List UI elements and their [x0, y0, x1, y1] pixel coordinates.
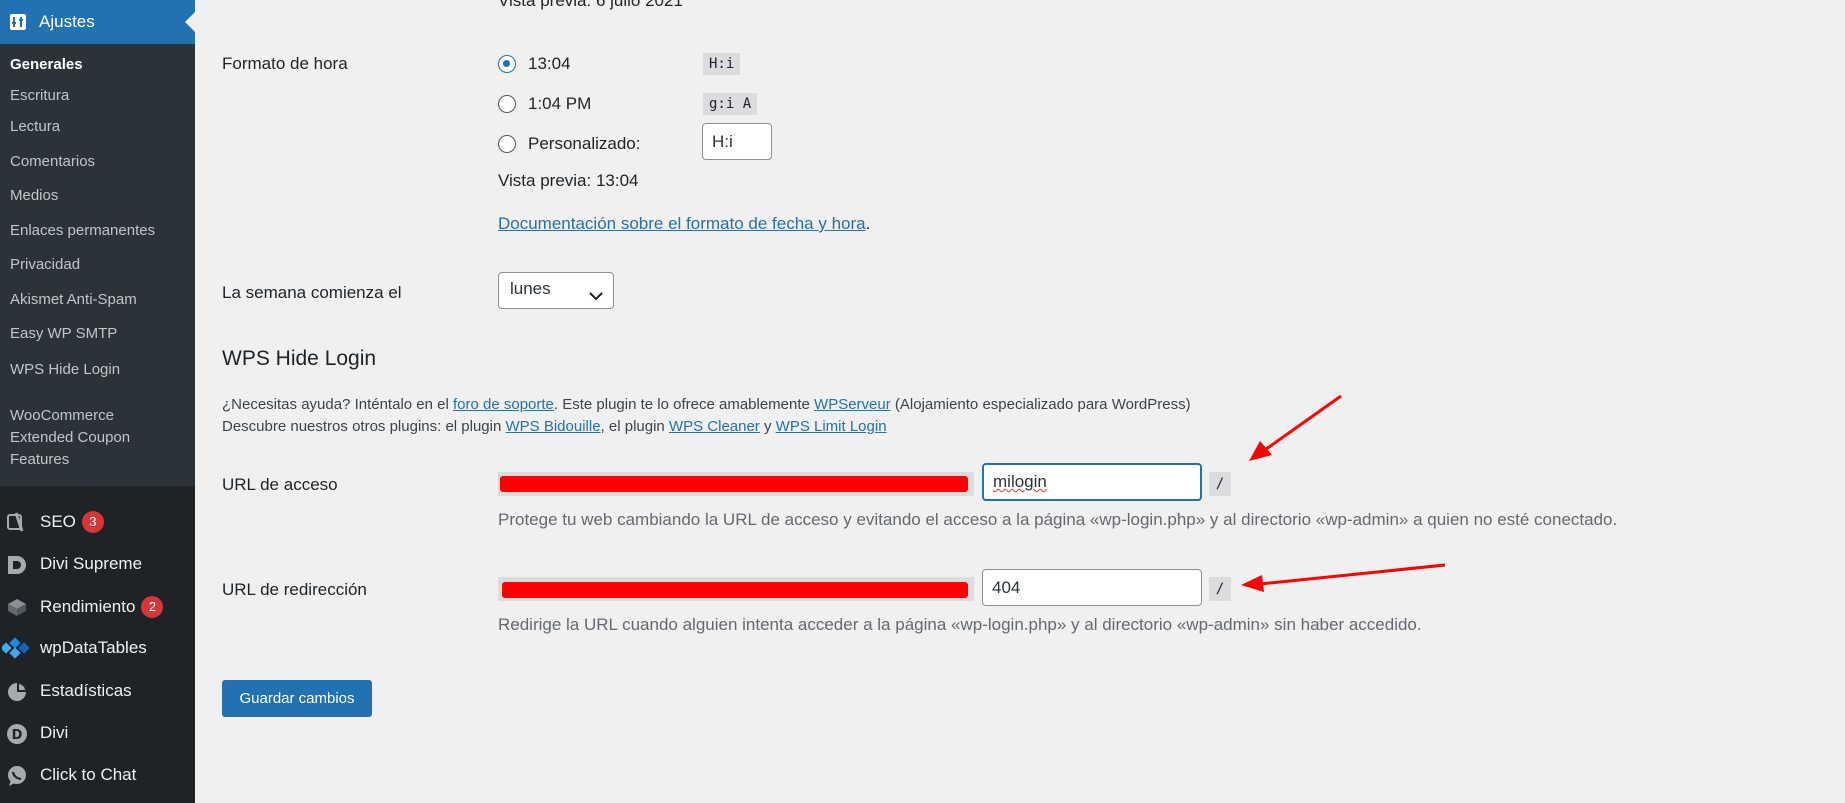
- annotation-arrows: [1241, 394, 1446, 592]
- annotation-arrow-login: [1249, 394, 1342, 461]
- annotation-arrow-redirect: [1241, 563, 1446, 592]
